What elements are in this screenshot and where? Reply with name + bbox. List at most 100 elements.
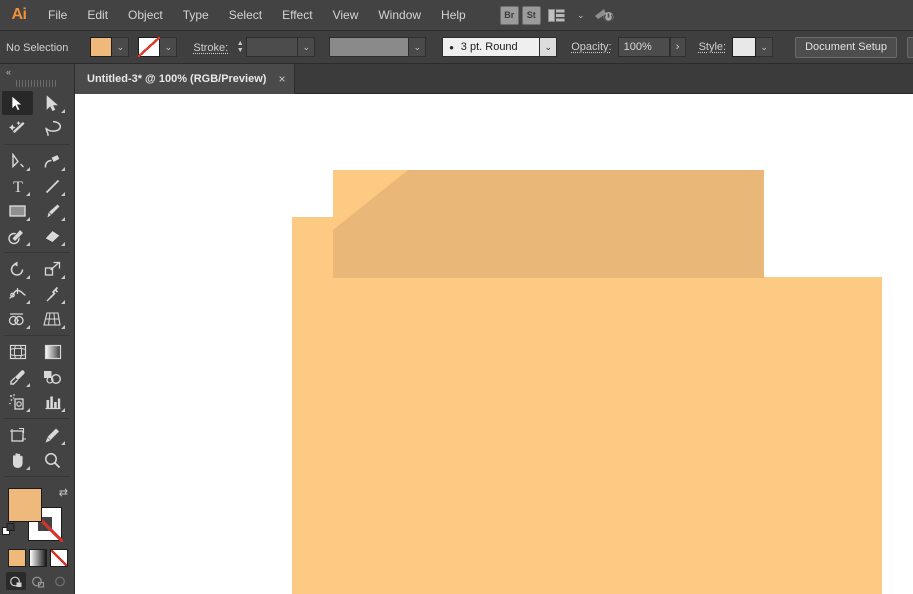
menu-object[interactable]: Object [118,0,173,31]
tools-divider [4,252,70,253]
tools-divider [4,476,70,477]
selection-tool[interactable] [2,91,33,115]
paintbrush-tool[interactable] [37,199,68,223]
graphic-style-swatch[interactable] [732,37,756,57]
slice-tool[interactable] [37,423,68,447]
tools-panel: « [0,64,75,594]
rotate-tool[interactable] [2,257,33,281]
blend-tool[interactable] [37,365,68,389]
arrange-documents-icon[interactable] [544,5,570,25]
rectangle-tool[interactable] [2,199,33,223]
style-label[interactable]: Style: [699,41,727,53]
lasso-tool[interactable] [37,116,68,140]
document-setup-button[interactable]: Document Setup [795,37,897,58]
scale-tool[interactable] [37,257,68,281]
artboard-canvas[interactable] [75,94,913,594]
menu-type[interactable]: Type [173,0,219,31]
menu-view[interactable]: View [323,0,369,31]
document-tab-bar: Untitled-3* @ 100% (RGB/Preview) × [0,64,913,94]
tools-divider [4,144,70,145]
menu-help[interactable]: Help [431,0,476,31]
stock-button[interactable]: St [522,6,541,25]
tools-divider [4,335,70,336]
close-icon[interactable]: × [278,73,285,85]
workspace-switcher-icon[interactable] [592,5,618,25]
type-tool[interactable]: T [2,174,33,198]
menu-file[interactable]: File [38,0,77,31]
hand-tool[interactable] [2,448,33,472]
column-graph-tool[interactable] [37,390,68,414]
free-transform-tool[interactable] [37,282,68,306]
gradient-tool[interactable] [37,340,68,364]
tools-grid: T [0,91,74,481]
curvature-tool[interactable] [37,149,68,173]
stroke-weight-chevron-down-icon[interactable]: ⌄ [298,37,315,57]
stroke-chevron-down-icon[interactable]: ⌄ [160,37,177,57]
preferences-button[interactable]: Preferences [907,37,913,58]
app-logo-icon: Ai [0,0,38,31]
fill-indicator-swatch[interactable] [8,488,42,522]
eyedropper-tool[interactable] [2,365,33,389]
perspective-grid-tool[interactable] [37,307,68,331]
line-segment-tool[interactable] [37,174,68,198]
menu-effect[interactable]: Effect [272,0,322,31]
color-mode-buttons [0,547,74,567]
folder-body-shape[interactable] [292,277,882,594]
symbol-sprayer-tool[interactable] [2,390,33,414]
style-chevron-down-icon[interactable]: ⌄ [756,37,773,57]
stroke-color-swatch[interactable] [138,37,160,57]
swap-fill-stroke-icon[interactable]: ⇄ [59,486,68,499]
stroke-weight-label[interactable]: Stroke: [193,42,228,54]
draw-inside-button[interactable] [50,572,70,590]
document-tab[interactable]: Untitled-3* @ 100% (RGB/Preview) × [75,64,295,94]
artboard-tool[interactable] [2,423,33,447]
mesh-tool[interactable] [2,340,33,364]
menu-window[interactable]: Window [368,0,431,31]
stroke-weight-input[interactable] [246,37,298,57]
variable-width-profile-select[interactable] [329,37,409,57]
fill-chevron-down-icon[interactable]: ⌄ [112,37,129,57]
gradient-mode-button[interactable] [29,549,47,567]
brush-preview-icon: • [449,41,454,54]
color-mode-button[interactable] [8,549,26,567]
pen-tool[interactable] [2,149,33,173]
bridge-button[interactable]: Br [500,6,519,25]
brush-chevron-down-icon[interactable]: ⌄ [540,37,557,57]
tools-panel-grip[interactable] [16,79,58,88]
menu-edit[interactable]: Edit [77,0,118,31]
collapse-panel-icon[interactable]: « [0,64,74,79]
width-tool[interactable] [2,282,33,306]
opacity-input[interactable]: 100% [618,37,670,57]
illustrator-window: Ai File Edit Object Type Select Effect V… [0,0,913,594]
selection-status-label: No Selection [6,42,68,54]
eraser-tool[interactable] [37,224,68,248]
zoom-tool[interactable] [37,448,68,472]
corner-fold-triangle[interactable] [333,170,408,230]
none-mode-button[interactable] [50,549,68,567]
menu-select[interactable]: Select [219,0,272,31]
arrange-chevron-down-icon[interactable]: ⌄ [573,5,589,25]
fill-stroke-indicator: ⇄ [0,485,74,547]
shaper-tool[interactable] [2,224,33,248]
draw-mode-buttons [0,567,74,590]
stroke-weight-stepper[interactable]: ▲▼ [234,37,246,57]
brush-definition-label: 3 pt. Round [461,41,518,53]
magic-wand-tool[interactable] [2,116,33,140]
opacity-options-icon[interactable]: › [670,37,686,57]
draw-behind-button[interactable] [28,572,48,590]
change-screen-mode-button[interactable] [0,590,74,594]
control-bar: No Selection ⌄ ⌄ Stroke: ▲▼ ⌄ ⌄ • [0,31,913,64]
profile-chevron-down-icon[interactable]: ⌄ [409,37,426,57]
document-tab-title: Untitled-3* @ 100% (RGB/Preview) [87,73,266,85]
svg-text:T: T [13,179,23,195]
opacity-label[interactable]: Opacity: [571,41,611,53]
tools-divider [4,418,70,419]
draw-normal-button[interactable] [6,572,26,590]
brush-definition-select[interactable]: • 3 pt. Round [442,37,540,57]
menu-bar-tools: Br St ⌄ [500,5,618,25]
menu-bar: Ai File Edit Object Type Select Effect V… [0,0,913,31]
fill-color-swatch[interactable] [90,37,112,57]
direct-selection-tool[interactable] [37,91,68,115]
default-fill-stroke-icon[interactable] [2,523,16,536]
shape-builder-tool[interactable] [2,307,33,331]
